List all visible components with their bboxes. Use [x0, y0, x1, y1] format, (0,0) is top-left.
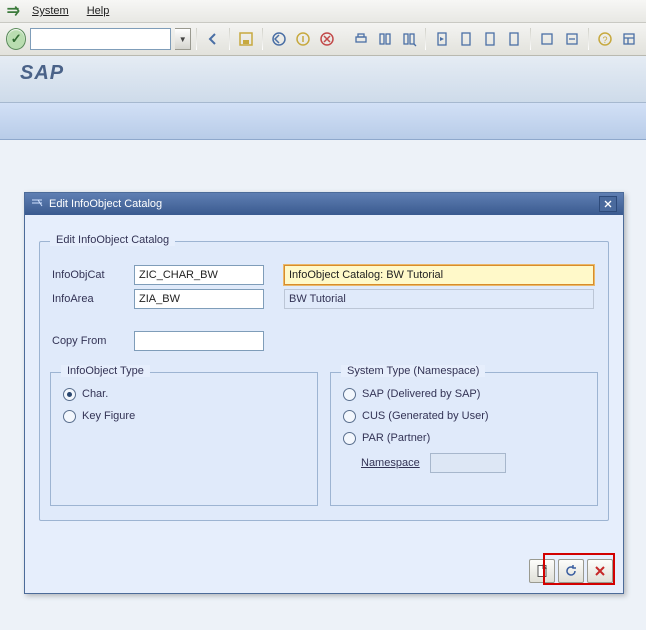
- svg-text:?: ?: [602, 35, 607, 45]
- cancel-icon[interactable]: [316, 27, 338, 51]
- exit-icon[interactable]: [292, 27, 314, 51]
- menu-overflow-icon[interactable]: [4, 3, 22, 19]
- radio-char[interactable]: Char.: [63, 383, 305, 405]
- radio-cus-label: CUS (Generated by User): [362, 410, 489, 422]
- dialog-title-text: Edit InfoObject Catalog: [49, 198, 162, 210]
- system-type-label: System Type (Namespace): [341, 365, 485, 377]
- command-field[interactable]: [30, 28, 171, 50]
- separator: [344, 28, 345, 50]
- shortcut-icon[interactable]: [561, 27, 583, 51]
- radio-char-icon: [63, 388, 76, 401]
- enter-button[interactable]: ✓: [6, 28, 26, 50]
- separator: [229, 28, 230, 50]
- next-page-icon[interactable]: [479, 27, 501, 51]
- copyfrom-label: Copy From: [50, 335, 134, 347]
- copyfrom-input[interactable]: [134, 331, 264, 351]
- back-icon[interactable]: [268, 27, 290, 51]
- refresh-button[interactable]: [558, 559, 584, 583]
- dialog-close-button[interactable]: [599, 196, 617, 212]
- create-button[interactable]: [529, 559, 555, 583]
- layout-icon[interactable]: [618, 27, 640, 51]
- main-field-group: Edit InfoObject Catalog InfoObjCat InfoA…: [39, 241, 609, 521]
- menu-system[interactable]: System: [24, 3, 77, 19]
- separator: [530, 28, 531, 50]
- main-group-label: Edit InfoObject Catalog: [50, 234, 175, 246]
- infoobjcat-input[interactable]: [134, 265, 264, 285]
- infoobjcat-desc-input[interactable]: [284, 265, 594, 285]
- menubar: System Help: [0, 0, 646, 23]
- last-page-icon[interactable]: [503, 27, 525, 51]
- dialog-footer: [529, 559, 613, 583]
- radio-par[interactable]: PAR (Partner): [343, 427, 585, 449]
- radio-char-label: Char.: [82, 388, 108, 400]
- radio-par-icon: [343, 432, 356, 445]
- infoobjcat-label: InfoObjCat: [50, 269, 134, 281]
- standard-toolbar: ✓ ▼ ?: [0, 23, 646, 56]
- separator: [196, 28, 197, 50]
- app-subheader: [0, 103, 646, 140]
- radio-par-label: PAR (Partner): [362, 432, 430, 444]
- namespace-label: Namespace: [361, 457, 420, 469]
- new-session-icon[interactable]: [536, 27, 558, 51]
- prev-page-icon[interactable]: [455, 27, 477, 51]
- print-icon[interactable]: [349, 27, 371, 51]
- command-field-dropdown[interactable]: ▼: [175, 28, 191, 50]
- first-page-icon[interactable]: [431, 27, 453, 51]
- separator: [588, 28, 589, 50]
- edit-infoobject-catalog-dialog: Edit InfoObject Catalog Edit InfoObject …: [24, 192, 624, 594]
- cancel-button[interactable]: [587, 559, 613, 583]
- infoobject-type-label: InfoObject Type: [61, 365, 150, 377]
- system-type-group: System Type (Namespace) SAP (Delivered b…: [330, 372, 598, 506]
- radio-sap[interactable]: SAP (Delivered by SAP): [343, 383, 585, 405]
- save-button[interactable]: [235, 27, 257, 51]
- radio-cus[interactable]: CUS (Generated by User): [343, 405, 585, 427]
- find-icon[interactable]: [374, 27, 396, 51]
- dialog-titlebar: Edit InfoObject Catalog: [25, 193, 623, 215]
- separator: [425, 28, 426, 50]
- radio-sap-icon: [343, 388, 356, 401]
- infoobject-type-group: InfoObject Type Char. Key Figure: [50, 372, 318, 506]
- infoarea-desc: BW Tutorial: [284, 289, 594, 309]
- menu-help[interactable]: Help: [79, 3, 118, 19]
- radio-sap-label: SAP (Delivered by SAP): [362, 388, 480, 400]
- radio-keyfigure-icon: [63, 410, 76, 423]
- help-icon[interactable]: ?: [594, 27, 616, 51]
- radio-keyfigure-label: Key Figure: [82, 410, 135, 422]
- radio-keyfigure[interactable]: Key Figure: [63, 405, 305, 427]
- dialog-title-icon: [31, 197, 43, 212]
- find-next-icon[interactable]: [398, 27, 420, 51]
- infoarea-label: InfoArea: [50, 293, 134, 305]
- app-title: SAP: [0, 56, 646, 103]
- separator: [262, 28, 263, 50]
- radio-cus-icon: [343, 410, 356, 423]
- back-button[interactable]: [202, 27, 224, 51]
- namespace-input[interactable]: [430, 453, 506, 473]
- infoarea-input[interactable]: [134, 289, 264, 309]
